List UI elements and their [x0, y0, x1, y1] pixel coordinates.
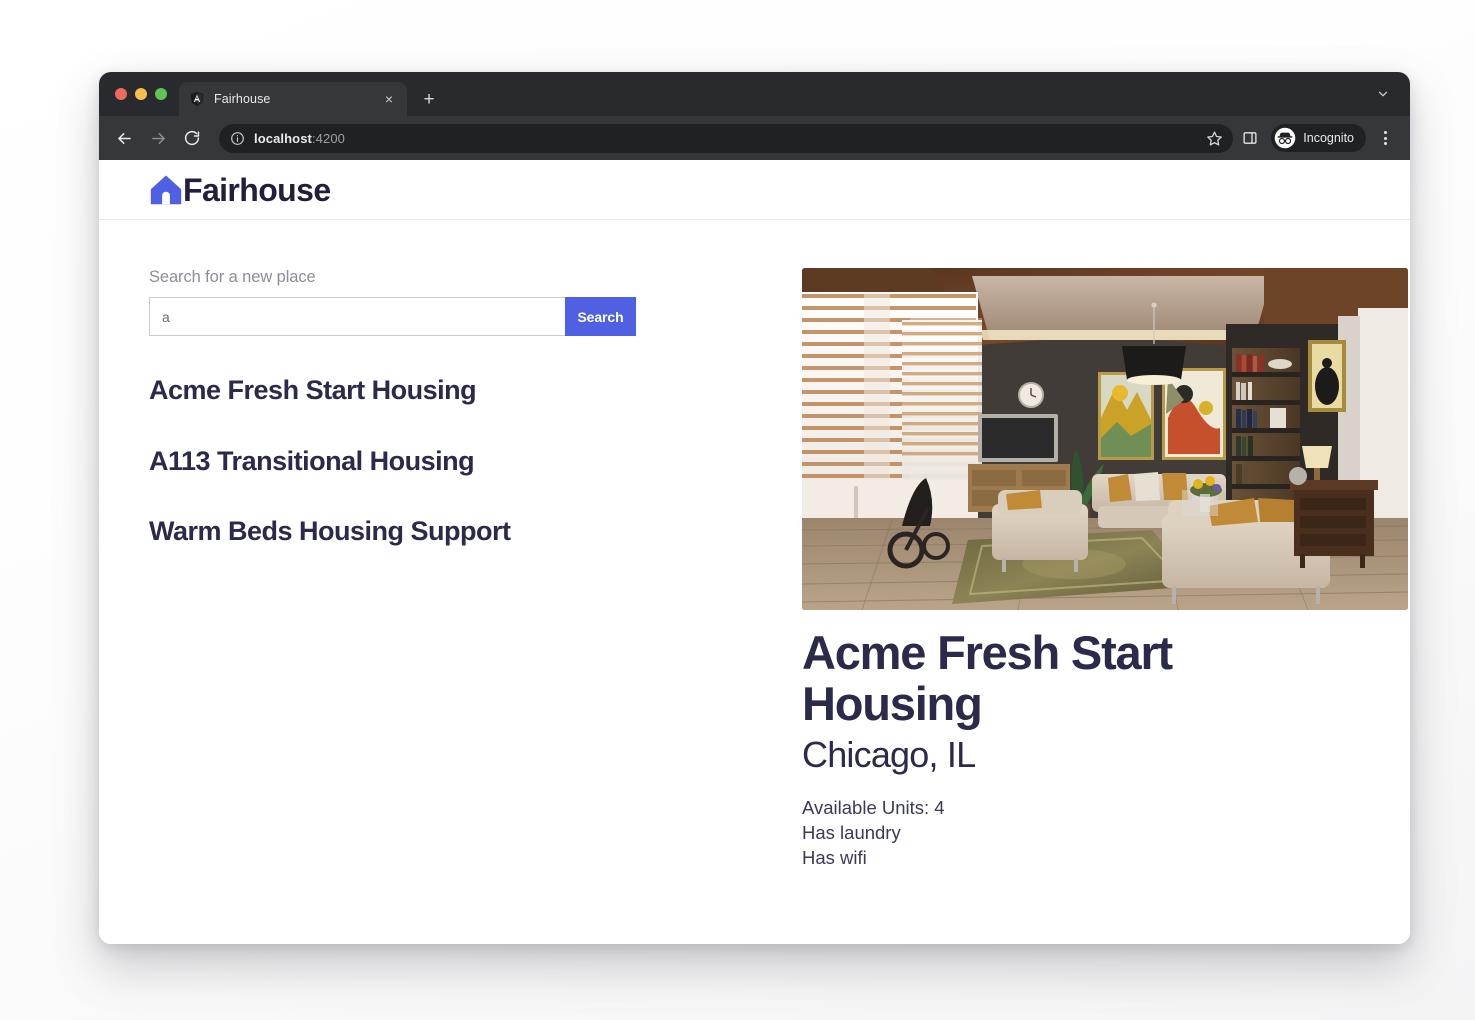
house-icon [149, 173, 183, 206]
close-icon[interactable]: × [381, 91, 397, 107]
url-text: localhost:4200 [254, 131, 345, 146]
new-tab-button[interactable]: + [415, 85, 443, 113]
back-arrow-icon[interactable] [109, 123, 139, 153]
listing-photo [802, 268, 1408, 610]
list-item[interactable]: A113 Transitional Housing [149, 446, 754, 477]
listing-features: Available Units: 4 Has laundry Has wifi [802, 795, 1408, 871]
list-item[interactable]: Warm Beds Housing Support [149, 517, 754, 547]
wifi-feature: Has wifi [802, 847, 867, 869]
brand-logo[interactable]: Fairhouse [149, 173, 331, 207]
search-input[interactable] [149, 297, 565, 336]
main-content: Search for a new place Search Acme Fresh… [99, 220, 1410, 871]
listing-title: Acme Fresh Start Housing [802, 626, 1173, 730]
housing-detail-column: Acme Fresh Start Housing Chicago, IL Ava… [754, 268, 1408, 871]
listing-city: Chicago, IL [802, 733, 976, 775]
incognito-label: Incognito [1303, 131, 1354, 145]
brand-name: Fairhouse [183, 171, 331, 208]
reload-icon[interactable] [177, 123, 207, 153]
page-content: Fairhouse Search for a new place Search … [99, 160, 1410, 944]
chevron-down-icon[interactable] [1372, 83, 1394, 105]
incognito-hat-icon [1274, 127, 1296, 149]
maximize-window-button[interactable] [155, 88, 167, 100]
tab-title: Fairhouse [214, 92, 271, 106]
available-units: Available Units: 4 [802, 796, 945, 818]
site-header: Fairhouse [99, 160, 1410, 220]
laundry-feature: Has laundry [802, 821, 901, 843]
address-bar[interactable]: localhost:4200 [219, 123, 1234, 153]
housing-location-list: Acme Fresh Start Housing A113 Transition… [149, 375, 754, 547]
search-label: Search for a new place [149, 268, 316, 286]
url-port: :4200 [311, 130, 346, 146]
minimize-window-button[interactable] [135, 88, 147, 100]
forward-arrow-icon[interactable] [143, 123, 173, 153]
close-window-button[interactable] [115, 88, 127, 100]
browser-window: Fairhouse × + localhost:4200 Incognito F… [99, 72, 1410, 944]
incognito-badge[interactable]: Incognito [1271, 124, 1366, 152]
side-panel-icon[interactable] [1237, 125, 1263, 151]
search-button[interactable]: Search [565, 297, 636, 336]
info-circle-icon[interactable] [230, 131, 245, 146]
list-item[interactable]: Acme Fresh Start Housing [149, 375, 754, 406]
url-host: localhost [254, 130, 312, 146]
angular-shield-icon [189, 91, 205, 107]
tab-strip: Fairhouse × + [99, 72, 1410, 116]
star-icon[interactable] [1206, 130, 1223, 147]
browser-tab[interactable]: Fairhouse × [179, 82, 407, 116]
window-controls [109, 72, 179, 116]
search-results-column: Search for a new place Search Acme Fresh… [149, 268, 754, 871]
kebab-menu-icon[interactable] [1372, 125, 1398, 151]
search-form: Search [149, 297, 636, 336]
browser-toolbar: localhost:4200 Incognito [99, 116, 1410, 160]
